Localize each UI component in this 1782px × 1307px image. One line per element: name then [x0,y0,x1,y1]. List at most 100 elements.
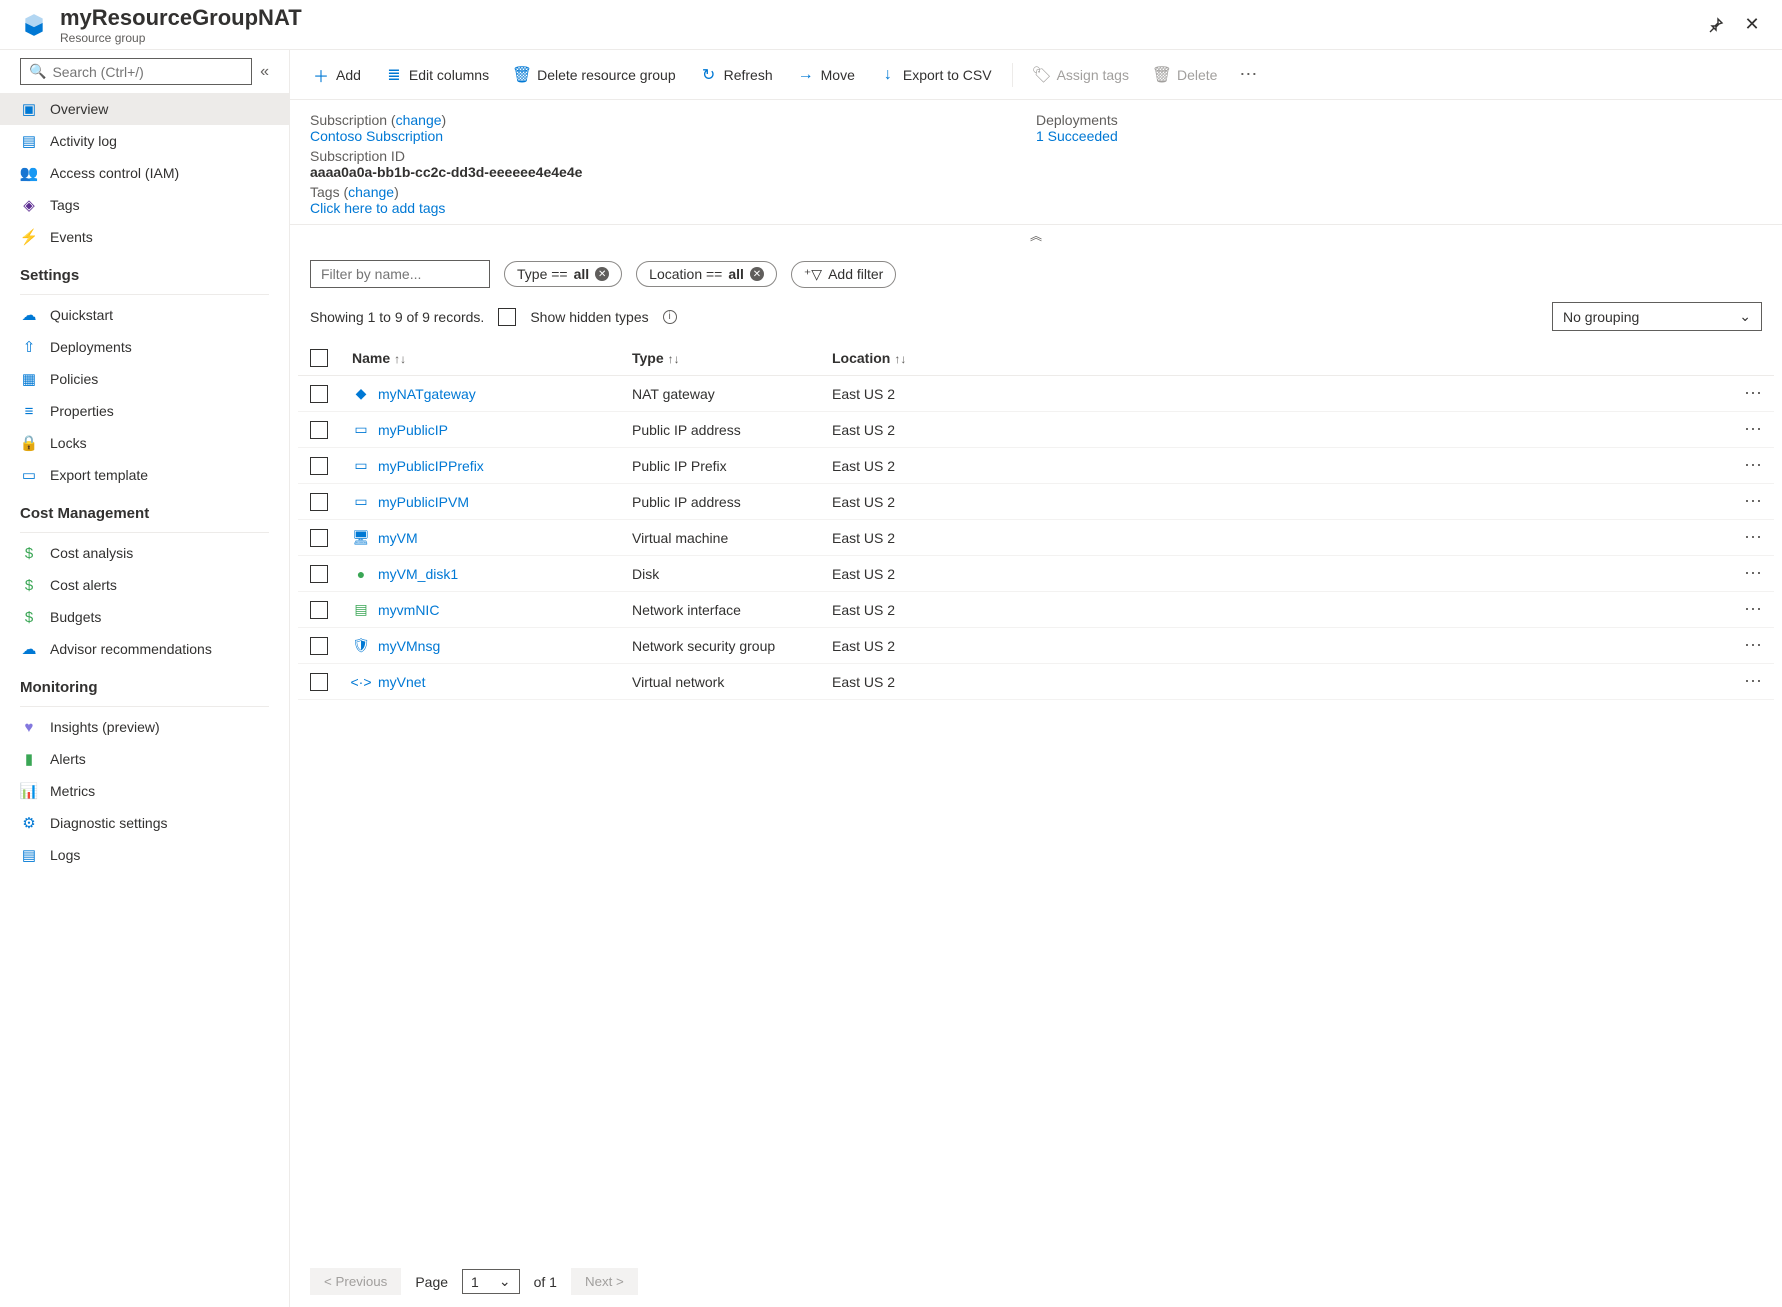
show-hidden-checkbox[interactable] [498,308,516,326]
row-checkbox[interactable] [310,385,328,403]
sidebar-item-deployments[interactable]: ⇧Deployments [0,331,289,363]
sidebar-item-logs[interactable]: ▤Logs [0,839,289,871]
add-tags-link[interactable]: Click here to add tags [310,200,1762,216]
sidebar-search[interactable]: 🔍 [20,58,252,85]
row-more-icon[interactable]: ⋯ [1724,484,1774,520]
sidebar-item-metrics[interactable]: 📊Metrics [0,775,289,807]
sidebar-item-label: Diagnostic settings [50,815,168,831]
delete-group-button[interactable]: 🗑Delete resource group [505,59,684,91]
row-more-icon[interactable]: ⋯ [1724,664,1774,700]
sidebar-item-insights-preview-[interactable]: ♥Insights (preview) [0,711,289,743]
next-page-button[interactable]: Next > [571,1268,638,1295]
row-more-icon[interactable]: ⋯ [1724,628,1774,664]
sidebar-item-access-control-iam-[interactable]: 👥Access control (IAM) [0,157,289,189]
sidebar-item-tags[interactable]: ◈Tags [0,189,289,221]
pin-icon[interactable] [1706,15,1726,35]
deployments-link[interactable]: 1 Succeeded [1036,128,1762,144]
assign-tags-button[interactable]: 🏷Assign tags [1025,59,1137,91]
row-checkbox[interactable] [310,673,328,691]
collapse-essentials-icon[interactable]: ︽ [290,224,1782,246]
filter-type-pill[interactable]: Type == all ✕ [504,261,622,287]
row-checkbox[interactable] [310,421,328,439]
row-more-icon[interactable]: ⋯ [1724,448,1774,484]
row-checkbox[interactable] [310,601,328,619]
col-name-header[interactable]: Name↑↓ [340,341,620,376]
resource-link[interactable]: myVM [378,530,418,546]
close-icon[interactable]: ✕ [1742,15,1762,35]
resource-type-cell: Network security group [620,628,820,664]
sidebar-item-export-template[interactable]: ▭Export template [0,459,289,491]
row-checkbox[interactable] [310,529,328,547]
row-checkbox[interactable] [310,457,328,475]
info-icon[interactable]: i [663,310,677,324]
sidebar-item-quickstart[interactable]: ☁Quickstart [0,299,289,331]
table-row: ▤myvmNIC Network interface East US 2 ⋯ [298,592,1774,628]
row-more-icon[interactable]: ⋯ [1724,376,1774,412]
sidebar-item-cost-analysis[interactable]: $Cost analysis [0,537,289,569]
sidebar-item-cost-alerts[interactable]: $Cost alerts [0,569,289,601]
resource-link[interactable]: myPublicIPVM [378,494,469,510]
change-subscription-link[interactable]: change [396,112,442,128]
resource-link[interactable]: myVnet [378,674,425,690]
sidebar-heading: Monitoring [0,665,289,702]
columns-icon: ≣ [385,65,403,85]
resource-link[interactable]: myPublicIP [378,422,448,438]
row-checkbox[interactable] [310,637,328,655]
resource-link[interactable]: myPublicIPPrefix [378,458,484,474]
essentials: Subscription (change) Contoso Subscripti… [290,100,1782,224]
filter-location-pill[interactable]: Location == all ✕ [636,261,777,287]
sidebar-item-overview[interactable]: ▣Overview [0,93,289,125]
resource-link[interactable]: myNATgateway [378,386,476,402]
export-csv-button[interactable]: ↓Export to CSV [871,60,1000,90]
sidebar-item-advisor-recommendations[interactable]: ☁Advisor recommendations [0,633,289,665]
search-input[interactable] [52,64,243,80]
sidebar-item-properties[interactable]: ≡Properties [0,395,289,427]
subscription-name-link[interactable]: Contoso Subscription [310,128,1036,144]
grouping-select[interactable]: No grouping ⌄ [1552,302,1762,331]
more-commands-icon[interactable]: ⋯ [1233,58,1263,91]
resource-location-cell: East US 2 [820,592,1724,628]
row-more-icon[interactable]: ⋯ [1724,592,1774,628]
tags-label: Tags ( [310,184,348,200]
add-button[interactable]: ＋Add [304,57,369,93]
sidebar-item-label: Budgets [50,609,101,625]
nic-icon: ▤ [352,601,370,619]
budgets-icon: $ [20,608,38,626]
col-location-header[interactable]: Location↑↓ [820,341,1724,376]
clear-type-filter-icon[interactable]: ✕ [595,267,609,281]
sidebar-item-locks[interactable]: 🔒Locks [0,427,289,459]
tag-icon: 🏷 [1033,65,1051,85]
resource-link[interactable]: myVM_disk1 [378,566,458,582]
change-tags-link[interactable]: change [348,184,394,200]
refresh-button[interactable]: ↻Refresh [692,59,781,91]
resource-link[interactable]: myvmNIC [378,602,439,618]
page-select[interactable]: 1 ⌄ [462,1269,520,1294]
table-row: 🛡myVMnsg Network security group East US … [298,628,1774,664]
move-button[interactable]: →Move [789,60,863,90]
collapse-sidebar-icon[interactable]: « [260,63,269,81]
sidebar-item-policies[interactable]: ▦Policies [0,363,289,395]
filter-name-input[interactable] [310,260,490,288]
sidebar-item-alerts[interactable]: ▮Alerts [0,743,289,775]
delete-button[interactable]: 🗑Delete [1145,59,1225,91]
col-type-header[interactable]: Type↑↓ [620,341,820,376]
row-checkbox[interactable] [310,565,328,583]
sidebar-item-diagnostic-settings[interactable]: ⚙Diagnostic settings [0,807,289,839]
add-filter-button[interactable]: ⁺▽ Add filter [791,261,896,288]
edit-columns-button[interactable]: ≣Edit columns [377,59,497,91]
alerts-icon: ▮ [20,750,38,768]
row-checkbox[interactable] [310,493,328,511]
sidebar-item-events[interactable]: ⚡Events [0,221,289,253]
row-more-icon[interactable]: ⋯ [1724,520,1774,556]
sidebar-item-activity-log[interactable]: ▤Activity log [0,125,289,157]
sidebar-item-budgets[interactable]: $ Budgets [0,601,289,633]
search-icon: 🔍 [29,63,46,80]
row-more-icon[interactable]: ⋯ [1724,556,1774,592]
disk-icon: ● [352,565,370,583]
resource-link[interactable]: myVMnsg [378,638,440,654]
clear-location-filter-icon[interactable]: ✕ [750,267,764,281]
table-row: ▭myPublicIPPrefix Public IP Prefix East … [298,448,1774,484]
prev-page-button[interactable]: < Previous [310,1268,401,1295]
select-all-checkbox[interactable] [310,349,328,367]
row-more-icon[interactable]: ⋯ [1724,412,1774,448]
